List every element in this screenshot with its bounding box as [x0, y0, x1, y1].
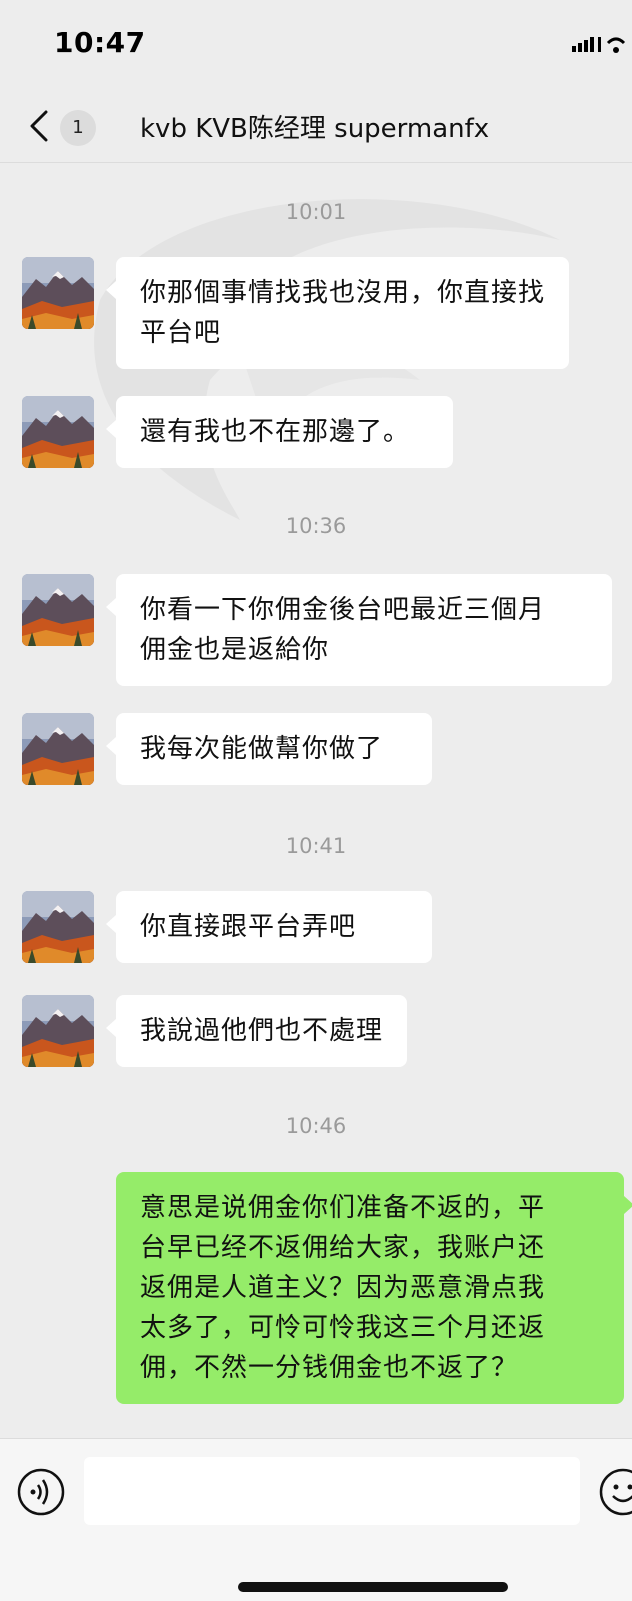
incoming-message[interactable]: 我說過他們也不處理: [116, 995, 407, 1067]
incoming-message[interactable]: 你直接跟平台弄吧: [116, 891, 432, 963]
contact-avatar[interactable]: [22, 574, 94, 646]
incoming-message[interactable]: 我每次能做幫你做了: [116, 713, 432, 785]
incoming-message[interactable]: 你那個事情找我也沒用，你直接找平台吧: [116, 257, 569, 369]
home-indicator[interactable]: [238, 1582, 508, 1592]
message-text-line: 佣金也是返給你: [140, 630, 588, 670]
contact-avatar[interactable]: [22, 891, 94, 963]
message-timestamp: 10:46: [0, 1114, 632, 1138]
message-text-line: 你看一下你佣金後台吧最近三個月: [140, 590, 588, 630]
message-text-line: 還有我也不在那邊了。: [140, 412, 429, 452]
message-text-line: 返佣是人道主义？因为恶意滑点我: [140, 1268, 600, 1308]
message-text-line: 我每次能做幫你做了: [140, 729, 408, 769]
status-time: 10:47: [54, 26, 146, 59]
message-timestamp: 10:41: [0, 834, 632, 858]
emoji-icon[interactable]: [598, 1467, 632, 1517]
voice-icon[interactable]: [16, 1467, 66, 1517]
message-text-line: 意思是说佣金你们准备不返的，平: [140, 1188, 600, 1228]
incoming-message[interactable]: 還有我也不在那邊了。: [116, 396, 453, 468]
message-text-line: 佣，不然一分钱佣金也不返了？: [140, 1348, 600, 1388]
incoming-message[interactable]: 你看一下你佣金後台吧最近三個月佣金也是返給你: [116, 574, 612, 686]
contact-avatar[interactable]: [22, 257, 94, 329]
back-arrow-icon[interactable]: [22, 106, 58, 146]
signal-icon: [572, 34, 632, 54]
contact-avatar[interactable]: [22, 396, 94, 468]
message-text-line: 太多了，可怜可怜我这三个月还返: [140, 1308, 600, 1348]
chat-title: kvb KVB陈经理 supermanfx: [140, 108, 602, 145]
unread-badge[interactable]: 1: [60, 110, 96, 146]
message-text-line: 我說過他們也不處理: [140, 1011, 383, 1051]
message-text-line: 平台吧: [140, 313, 545, 353]
contact-avatar[interactable]: [22, 713, 94, 785]
outgoing-message[interactable]: 意思是说佣金你们准备不返的，平台早已经不返佣给大家，我账户还返佣是人道主义？因为…: [116, 1172, 624, 1404]
status-bar: 10:47: [0, 0, 632, 90]
message-text-line: 你那個事情找我也沒用，你直接找: [140, 273, 545, 313]
message-input[interactable]: [84, 1457, 580, 1525]
message-text-line: 台早已经不返佣给大家，我账户还: [140, 1228, 600, 1268]
message-timestamp: 10:36: [0, 514, 632, 538]
contact-avatar[interactable]: [22, 995, 94, 1067]
message-timestamp: 10:01: [0, 200, 632, 224]
input-bar: [0, 1438, 632, 1601]
message-text-line: 你直接跟平台弄吧: [140, 907, 408, 947]
chat-messages[interactable]: 10:01 你那個事情找我也沒用，你直接找平台吧還有我也不在那邊了。 10:36 你看…: [0, 162, 632, 1437]
